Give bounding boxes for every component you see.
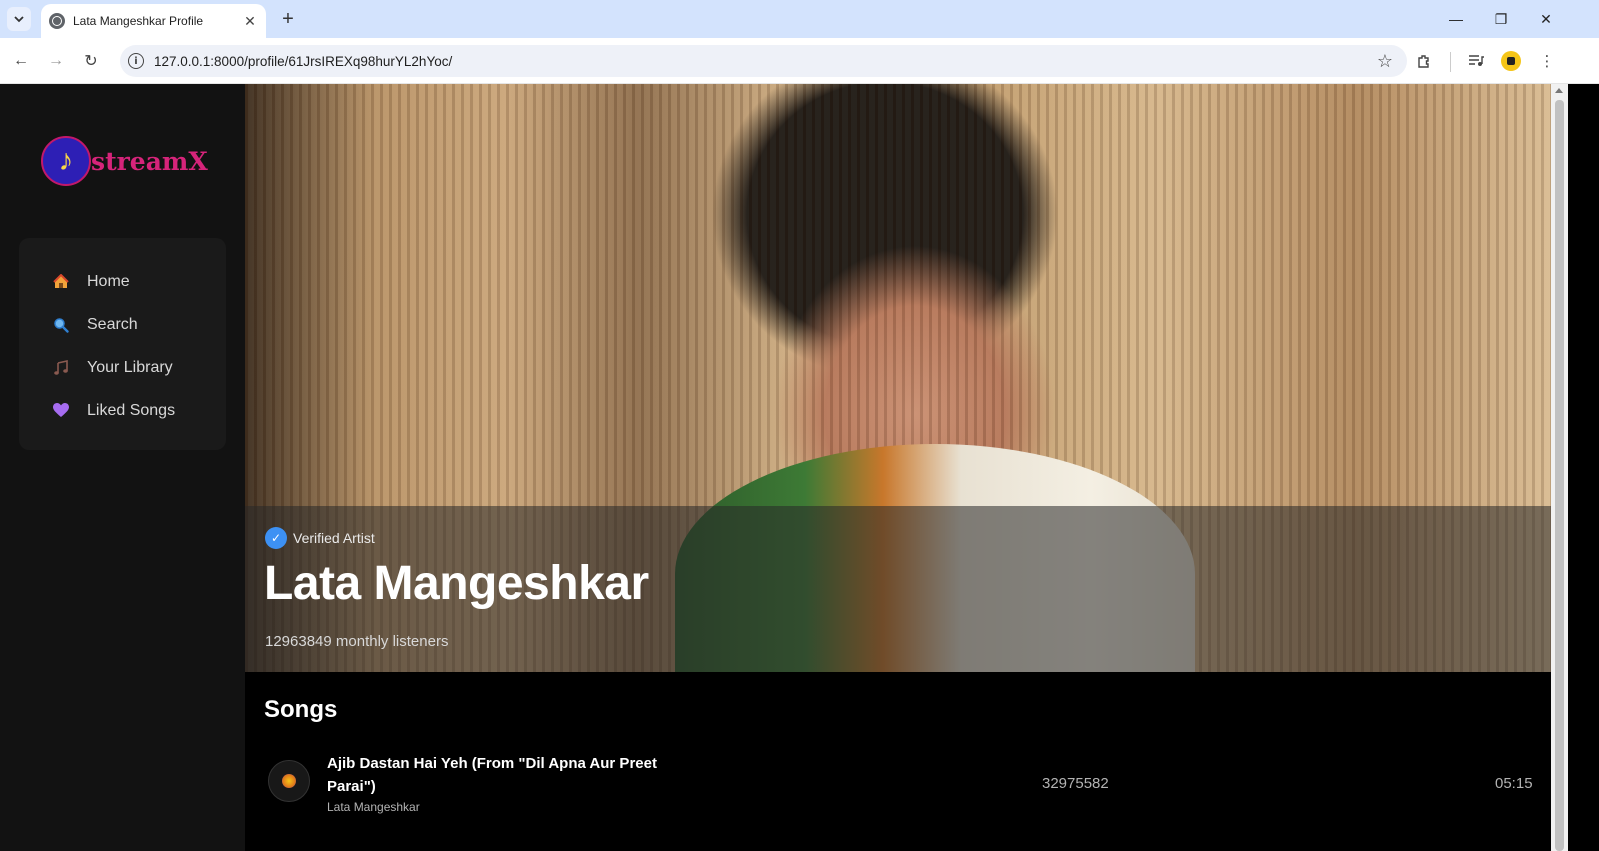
song-row[interactable]: Ajib Dastan Hai Yeh (From "Dil Apna Aur …	[245, 744, 1551, 824]
chevron-down-icon	[14, 16, 24, 23]
nav-item-home[interactable]: Home	[19, 260, 226, 303]
verified-label: Verified Artist	[293, 530, 375, 546]
purple-heart-icon	[52, 402, 70, 420]
tab-title: Lata Mangeshkar Profile	[73, 14, 204, 28]
song-cover-thumbnail[interactable]	[268, 760, 310, 802]
song-title[interactable]: Ajib Dastan Hai Yeh (From "Dil Apna Aur …	[327, 752, 677, 798]
nav-label-library: Your Library	[87, 358, 173, 376]
site-info-icon[interactable]: i	[128, 53, 144, 69]
app-logo[interactable]: ♪ streamX	[41, 136, 208, 186]
page-scrollbar[interactable]	[1551, 84, 1568, 851]
nav-item-liked-songs[interactable]: Liked Songs	[19, 389, 226, 432]
artist-name: Lata Mangeshkar	[264, 557, 649, 610]
nav-menu: Home Search Your Library Liked Songs	[19, 238, 226, 450]
verified-check-icon: ✓	[265, 527, 287, 549]
minimize-icon[interactable]: —	[1445, 8, 1467, 30]
browser-toolbar: ← → ↻ i 127.0.0.1:8000/profile/61JrsIREX…	[0, 38, 1599, 84]
songs-heading: Songs	[264, 696, 338, 723]
reload-icon[interactable]: ↻	[79, 49, 103, 73]
nav-label-home: Home	[87, 272, 130, 290]
house-icon	[52, 273, 70, 291]
url-text[interactable]: 127.0.0.1:8000/profile/61JrsIREXq98hurYL…	[154, 54, 1377, 69]
browser-tab[interactable]: Lata Mangeshkar Profile ✕	[41, 4, 266, 38]
nav-item-search[interactable]: Search	[19, 303, 226, 346]
album-art-icon	[282, 774, 296, 788]
music-note-icon	[52, 359, 70, 377]
verified-badge: ✓ Verified Artist	[265, 527, 375, 549]
artist-hero-banner: ✓ Verified Artist Lata Mangeshkar 129638…	[245, 84, 1551, 672]
restore-icon[interactable]: ❐	[1490, 8, 1512, 30]
main-content: ✓ Verified Artist Lata Mangeshkar 129638…	[245, 84, 1551, 851]
bookmark-star-icon[interactable]: ☆	[1377, 51, 1393, 72]
back-arrow-icon[interactable]: ←	[9, 49, 33, 73]
close-tab-icon[interactable]: ✕	[242, 13, 258, 29]
song-play-count: 32975582	[1042, 775, 1109, 792]
profile-avatar-icon[interactable]	[1501, 51, 1521, 71]
close-window-icon[interactable]: ✕	[1535, 8, 1557, 30]
address-bar[interactable]: i 127.0.0.1:8000/profile/61JrsIREXq98hur…	[120, 45, 1407, 77]
browser-tab-bar: Lata Mangeshkar Profile ✕ + — ❐ ✕	[0, 0, 1599, 38]
forward-arrow-icon[interactable]: →	[44, 49, 68, 73]
music-note-logo-icon: ♪	[41, 136, 91, 186]
menu-kebab-icon[interactable]: ⋮	[1535, 49, 1559, 73]
media-control-icon[interactable]	[1464, 49, 1488, 73]
extensions-icon[interactable]	[1412, 49, 1436, 73]
song-duration: 05:15	[1495, 775, 1533, 792]
song-artist[interactable]: Lata Mangeshkar	[327, 800, 420, 814]
monthly-listeners: 12963849 monthly listeners	[265, 633, 449, 650]
toolbar-separator	[1450, 52, 1451, 72]
globe-icon	[49, 13, 65, 29]
scroll-up-arrow-icon[interactable]	[1555, 88, 1563, 93]
tab-search-button[interactable]	[7, 7, 31, 31]
sidebar: ♪ streamX Home Search Your Library Liked…	[0, 84, 245, 851]
nav-item-library[interactable]: Your Library	[19, 346, 226, 389]
nav-label-search: Search	[87, 315, 138, 333]
logo-text: streamX	[91, 146, 208, 176]
magnifier-icon	[52, 316, 70, 334]
scrollbar-thumb[interactable]	[1555, 100, 1564, 851]
new-tab-button[interactable]: +	[277, 8, 299, 30]
nav-label-liked-songs: Liked Songs	[87, 401, 176, 419]
